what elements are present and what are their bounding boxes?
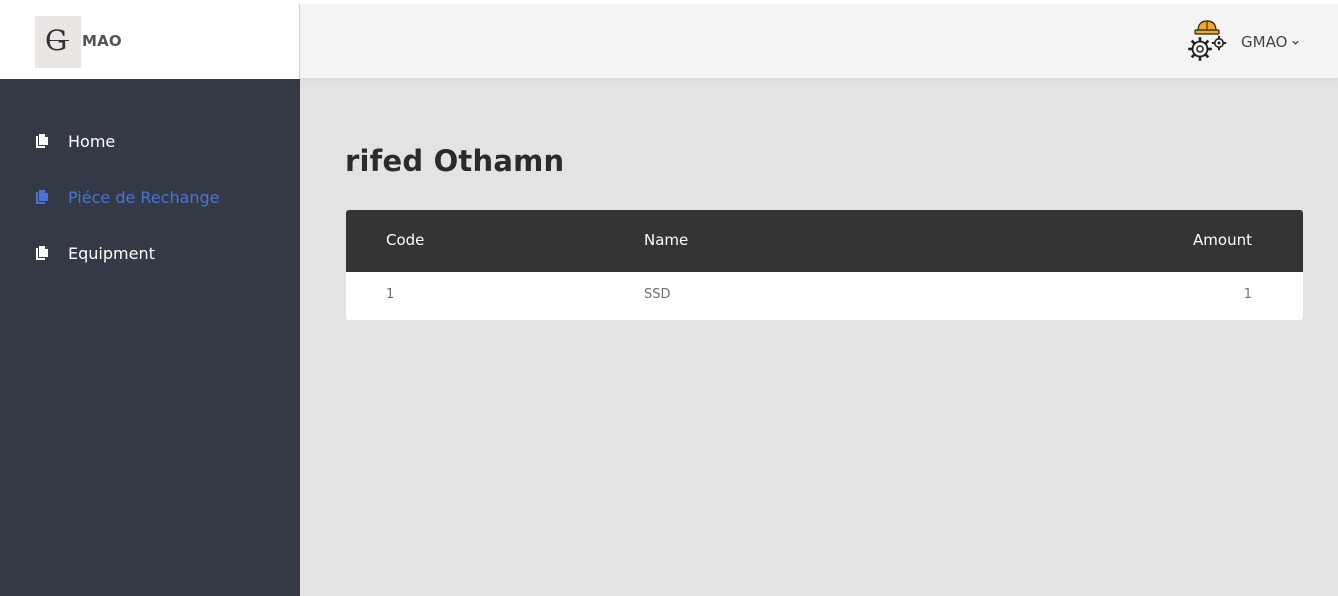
sidebar-item-equipment[interactable]: Equipment	[35, 241, 155, 265]
sidebar-item-label: Equipment	[68, 243, 155, 263]
engineer-gear-icon[interactable]	[1185, 18, 1229, 66]
brand-logo-letter: G	[45, 24, 68, 57]
top-header: GMAO	[300, 4, 1338, 79]
table-row: 1 SSD 1	[346, 272, 1303, 320]
brand-panel: G MAO	[0, 4, 300, 79]
cell-amount: 1	[1243, 287, 1252, 302]
cell-code: 1	[386, 287, 395, 302]
sidebar-item-label: Home	[68, 131, 116, 151]
column-header-code: Code	[386, 231, 425, 249]
copy-icon	[36, 190, 48, 204]
copy-icon	[36, 134, 48, 148]
column-header-amount: Amount	[1193, 231, 1252, 249]
table-header: Code Name Amount	[346, 210, 1303, 272]
column-header-name: Name	[644, 231, 689, 249]
page-title: rifed Othamn	[345, 144, 565, 178]
cell-name: SSD	[644, 287, 671, 302]
sidebar-item-home[interactable]: Home	[35, 129, 115, 153]
brand-name[interactable]: MAO	[82, 32, 122, 50]
sidebar-item-piece-de-rechange[interactable]: Piéce de Rechange	[35, 185, 220, 209]
chevron-down-icon	[1292, 40, 1300, 45]
copy-icon	[36, 246, 48, 260]
user-name: GMAO	[1241, 33, 1288, 51]
brand-logo[interactable]: G	[35, 16, 81, 68]
user-menu-toggle[interactable]: GMAO	[1241, 33, 1300, 51]
sidebar-item-label: Piéce de Rechange	[68, 187, 220, 207]
parts-table: Code Name Amount 1 SSD 1	[346, 210, 1303, 320]
sidebar: Home Piéce de Rechange Equipment	[0, 79, 300, 596]
brand-logo-stroke	[47, 40, 69, 41]
